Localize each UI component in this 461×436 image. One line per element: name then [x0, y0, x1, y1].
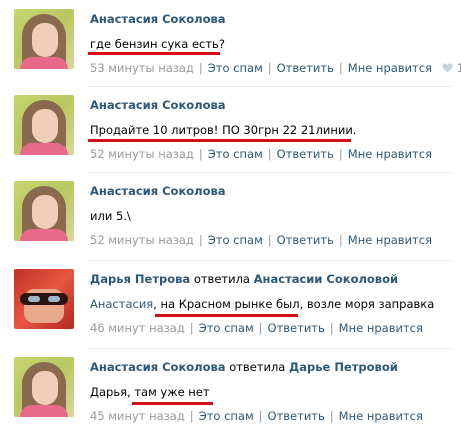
comment-text: Продайте 10 литров! ПО 30грн 22 21линии.	[90, 123, 357, 137]
timestamp: 53 минуты назад	[90, 61, 194, 75]
heart-icon[interactable]	[442, 62, 453, 76]
like-count: 1	[456, 61, 461, 75]
reply-link[interactable]: Ответить	[268, 321, 325, 335]
highlight-underline	[88, 139, 351, 142]
like-link[interactable]: Мне нравится	[339, 321, 423, 335]
comment-body: , на Красном рынке был, возле моря запра…	[153, 297, 435, 311]
timestamp: 52 минуты назад	[90, 147, 194, 161]
author-name[interactable]: Анастасия Соколова	[90, 360, 226, 374]
reply-link[interactable]: Ответить	[277, 233, 334, 247]
reply-to-name[interactable]: Анастасии Соколовой	[254, 272, 398, 286]
timestamp: 46 минут назад	[90, 321, 185, 335]
like-link[interactable]: Мне нравится	[348, 61, 432, 75]
comment-text: где бензин сука есть?	[90, 37, 225, 51]
comment-meta: 52 минуты назад | Это спам | Ответить | Мне нр…	[90, 147, 432, 161]
comment-item: Анастасия Соколова где бензин сука есть?…	[0, 0, 461, 86]
avatar[interactable]	[14, 181, 74, 241]
comment-item: Дарья Петрова ответила Анастасии Соколов…	[0, 260, 461, 346]
like-link[interactable]: Мне нравится	[348, 147, 432, 161]
mention-link[interactable]: Анастасия	[90, 297, 153, 311]
timestamp: 52 минуты назад	[90, 233, 194, 247]
reply-to-name[interactable]: Дарье Петровой	[289, 360, 398, 374]
comment-item: Анастасия Соколова Продайте 10 литров! П…	[0, 86, 461, 172]
reply-link[interactable]: Ответить	[277, 61, 334, 75]
reply-label: ответила	[193, 272, 250, 286]
comment-text: или 5.\	[90, 209, 131, 223]
spam-link[interactable]: Это спам	[208, 61, 263, 75]
spam-link[interactable]: Это спам	[208, 147, 263, 161]
highlight-underline	[155, 314, 298, 317]
comment-item: Анастасия Соколова или 5.\ 52 минуты наз…	[0, 172, 461, 258]
avatar[interactable]	[14, 269, 74, 329]
reply-link[interactable]: Ответить	[277, 147, 334, 161]
spam-link[interactable]: Это спам	[199, 321, 254, 335]
author-name[interactable]: Анастасия Соколова	[90, 98, 226, 112]
author-name[interactable]: Анастасия Соколова	[90, 12, 226, 26]
comment-text: Дарья, там уже нет	[90, 385, 210, 399]
timestamp: 45 минут назад	[90, 409, 185, 423]
author-name[interactable]: Дарья Петрова	[90, 272, 190, 286]
comment-meta: 45 минут назад | Это спам | Ответить | Мне нра…	[90, 409, 423, 423]
comment-meta: 46 минут назад | Это спам | Ответить | Мне нра…	[90, 321, 423, 335]
comment-meta: 52 минуты назад | Это спам | Ответить | Мне нр…	[90, 233, 432, 247]
comment-item: Анастасия Соколова ответила Дарье Петров…	[0, 348, 461, 434]
like-link[interactable]: Мне нравится	[348, 233, 432, 247]
spam-link[interactable]: Это спам	[208, 233, 263, 247]
reply-label: ответила	[229, 360, 286, 374]
comment-meta: 53 минуты назад | Это спам | Ответить | Мне нр…	[90, 61, 461, 76]
highlight-underline	[88, 52, 220, 55]
highlight-underline	[132, 402, 213, 405]
like-link[interactable]: Мне нравится	[339, 409, 423, 423]
comment-text: Анастасия, на Красном рынке был, возле м…	[90, 297, 434, 311]
author-name[interactable]: Анастасия Соколова	[90, 184, 226, 198]
avatar[interactable]	[14, 9, 74, 69]
reply-link[interactable]: Ответить	[268, 409, 325, 423]
avatar[interactable]	[14, 95, 74, 155]
avatar[interactable]	[14, 357, 74, 417]
spam-link[interactable]: Это спам	[199, 409, 254, 423]
